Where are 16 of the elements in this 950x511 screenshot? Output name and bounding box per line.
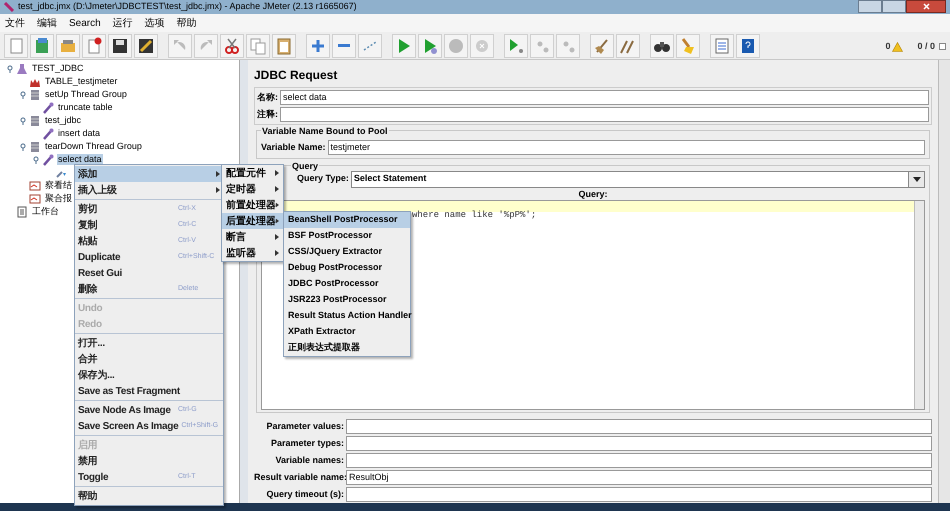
field-label: 注释:	[257, 108, 278, 121]
field-label: 名称:	[257, 90, 278, 104]
field-label: Result variable name:	[254, 470, 344, 484]
window-title: test_jdbc.jmx (D:\Jmeter\JDBCTEST\test_jdbc.jmx) - Apache JMeter (2.13 r1665067)	[18, 0, 357, 14]
field-label: Query Type:	[297, 172, 349, 186]
field-label: Variable names:	[274, 454, 344, 467]
query-label: Query:	[578, 188, 608, 200]
field-label: Query timeout (s):	[265, 488, 344, 501]
thread-count: 0 / 0	[917, 40, 935, 53]
warning-count: 0	[885, 40, 890, 53]
field-label: Variable Name:	[261, 140, 326, 154]
field-label: Parameter values:	[265, 420, 344, 433]
group-title: Query	[291, 160, 320, 174]
panel-title: JDBC Request	[254, 67, 338, 84]
query-text: where name like '%pP%';	[412, 210, 536, 220]
field-label: Parameter types:	[270, 436, 344, 450]
